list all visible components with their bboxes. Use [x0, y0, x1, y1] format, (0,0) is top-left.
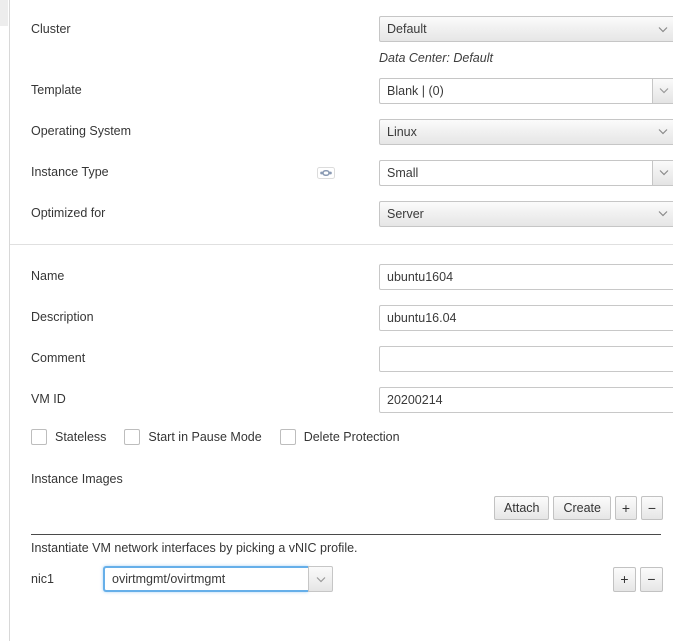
row-instance-type: Instance Type Small — [10, 152, 673, 193]
optimized-for-select-value: Server — [387, 206, 424, 221]
start-in-pause-mode-label: Start in Pause Mode — [148, 430, 262, 444]
nic1-label: nic1 — [31, 572, 54, 586]
optimized-for-control: Server — [379, 200, 673, 227]
chevron-down-icon — [658, 26, 668, 33]
description-label: Description — [31, 310, 94, 324]
cluster-select-value: Default — [387, 22, 427, 36]
optimized-for-label: Optimized for — [31, 206, 106, 220]
network-instruction-text: Instantiate VM network interfaces by pic… — [31, 541, 358, 555]
add-nic-button[interactable]: + — [613, 566, 636, 592]
checkbox-item-delete-protection[interactable]: Delete Protection — [279, 429, 400, 445]
operating-system-control: Linux — [379, 118, 673, 145]
operating-system-select-value: Linux — [387, 124, 417, 139]
instance-type-icon-slot — [317, 166, 379, 179]
vm-details-section: Name ubuntu1604 Description ubuntu16.04 … — [10, 245, 673, 522]
new-vm-form: Cluster Default Data Center: Default Tem… — [10, 0, 673, 641]
network-interfaces-section: Instantiate VM network interfaces by pic… — [10, 534, 673, 597]
operating-system-select[interactable]: Linux — [379, 118, 673, 145]
template-combobox-value[interactable]: Blank | (0) — [379, 77, 652, 104]
cluster-control: Default — [379, 16, 673, 42]
vm-flags-checkbox-row: Stateless Start in Pause Mode Delete Pro… — [10, 420, 673, 454]
row-vm-id: VM ID 20200214 — [10, 379, 673, 420]
chevron-down-icon — [316, 576, 326, 583]
template-dropdown-button[interactable] — [652, 77, 673, 104]
nic1-combobox[interactable]: ovirtmgmt/ovirtmgmt — [103, 566, 333, 592]
nic1-dropdown-button[interactable] — [308, 566, 333, 592]
instance-type-combobox[interactable]: Small — [379, 159, 673, 186]
row-name: Name ubuntu1604 — [10, 256, 673, 297]
row-operating-system: Operating System Linux — [10, 111, 673, 152]
chevron-down-icon — [659, 87, 669, 94]
row-optimized-for: Optimized for Server — [10, 193, 673, 234]
optimized-for-select[interactable]: Server — [379, 200, 673, 227]
nic-button-group: + − — [613, 566, 663, 592]
cluster-select[interactable]: Default — [379, 16, 673, 42]
delete-protection-label: Delete Protection — [303, 430, 400, 444]
row-cluster: Cluster Default — [10, 12, 673, 46]
description-control: ubuntu16.04 — [379, 304, 673, 331]
row-template: Template Blank | (0) — [10, 70, 673, 111]
chain-link-icon — [317, 166, 335, 179]
name-control: ubuntu1604 — [379, 263, 673, 290]
vm-id-label: VM ID — [31, 392, 66, 406]
stateless-checkbox[interactable] — [31, 429, 47, 445]
row-comment: Comment — [10, 338, 673, 379]
name-label: Name — [31, 269, 65, 283]
add-instance-image-button[interactable]: + — [615, 496, 637, 520]
row-nic1: nic1 ovirtmgmt/ovirtmgmt + − — [10, 561, 673, 597]
instance-images-label: Instance Images — [31, 472, 123, 486]
checkbox-item-stateless[interactable]: Stateless — [31, 429, 106, 445]
instance-type-label: Instance Type — [31, 165, 109, 179]
vm-id-control: 20200214 — [379, 386, 673, 413]
template-combobox[interactable]: Blank | (0) — [379, 77, 673, 104]
checkbox-item-start-in-pause-mode[interactable]: Start in Pause Mode — [124, 429, 262, 445]
left-gutter-strip — [0, 0, 8, 26]
instance-images-button-bar: Attach Create + − — [10, 494, 673, 522]
attach-button[interactable]: Attach — [494, 496, 550, 520]
chevron-down-icon — [658, 128, 668, 135]
template-label: Template — [31, 83, 82, 97]
datacenter-helper-text: Data Center: Default — [379, 51, 493, 65]
general-settings-section: Cluster Default Data Center: Default Tem… — [10, 0, 673, 244]
name-input[interactable]: ubuntu1604 — [379, 263, 673, 290]
comment-label: Comment — [31, 351, 86, 365]
instance-type-combobox-value[interactable]: Small — [379, 159, 652, 186]
delete-protection-checkbox[interactable] — [279, 429, 296, 445]
stateless-label: Stateless — [55, 430, 107, 444]
operating-system-label: Operating System — [31, 124, 132, 138]
vm-id-input[interactable]: 20200214 — [379, 386, 673, 413]
start-in-pause-mode-checkbox[interactable] — [124, 429, 141, 445]
row-datacenter-helper: Data Center: Default — [10, 46, 673, 70]
instance-type-control: Small — [379, 159, 673, 186]
remove-instance-image-button[interactable]: − — [641, 496, 663, 520]
template-control: Blank | (0) — [379, 77, 673, 104]
remove-nic-button[interactable]: − — [640, 566, 663, 592]
create-button[interactable]: Create — [553, 496, 611, 520]
chevron-down-icon — [658, 210, 668, 217]
chevron-down-icon — [659, 169, 669, 176]
instance-type-dropdown-button[interactable] — [652, 159, 673, 186]
row-description: Description ubuntu16.04 — [10, 297, 673, 338]
comment-control — [379, 345, 673, 372]
cluster-label: Cluster — [31, 21, 71, 36]
nic1-combobox-value[interactable]: ovirtmgmt/ovirtmgmt — [103, 566, 308, 592]
comment-input[interactable] — [379, 345, 673, 372]
description-input[interactable]: ubuntu16.04 — [379, 304, 673, 331]
